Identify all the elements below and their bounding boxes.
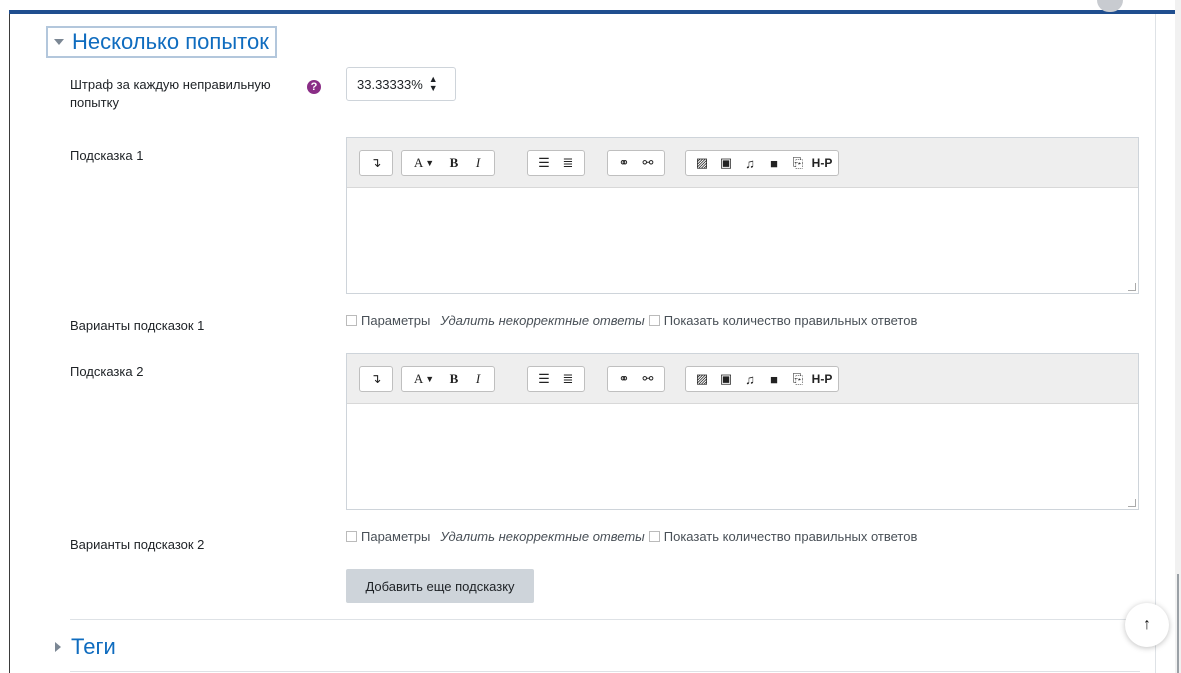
collapse-toggle-icon[interactable]: ↴ (364, 367, 388, 391)
manage-files-icon[interactable]: ⎘ (786, 367, 810, 391)
hint-1-options: Параметры Удалить некорректные ответы По… (346, 313, 917, 328)
penalty-value: 33.33333% (357, 76, 423, 92)
hint-2-options: Параметры Удалить некорректные ответы По… (346, 529, 917, 544)
hint-1-label: Подсказка 1 (70, 148, 144, 163)
toolbar-group-style: A ▼ B I (401, 150, 495, 176)
select-arrows-icon: ▲ ▼ (428, 74, 438, 93)
ordered-list-icon[interactable]: ≣ (556, 151, 580, 175)
remove-incorrect-label: Удалить некорректные ответы (440, 529, 645, 544)
toolbar-group-collapse: ↴ (359, 366, 393, 392)
collapse-toggle-icon[interactable]: ↴ (364, 151, 388, 175)
record-audio-icon[interactable]: ♫ (738, 151, 762, 175)
resize-handle-icon[interactable] (1128, 499, 1136, 507)
ordered-list-icon[interactable]: ≣ (556, 367, 580, 391)
editor-toolbar: ↴ A ▼ B I ☰ ≣ ⚭ ⚯ ▨ ▣ ♫ ■ ⎘ H-P (347, 354, 1138, 404)
toolbar-group-media: ▨ ▣ ♫ ■ ⎘ H-P (685, 150, 839, 176)
italic-icon[interactable]: I (466, 367, 490, 391)
image-icon[interactable]: ▨ (690, 367, 714, 391)
hint-2-options-label: Варианты подсказок 2 (70, 537, 205, 552)
section-title: Несколько попыток (72, 29, 269, 54)
unlink-icon[interactable]: ⚯ (636, 367, 660, 391)
toolbar-group-lists: ☰ ≣ (527, 366, 585, 392)
show-count-label: Показать количество правильных ответов (663, 313, 918, 328)
params-checkbox[interactable] (346, 315, 357, 326)
add-hint-button[interactable]: Добавить еще подсказку (346, 569, 534, 603)
toolbar-group-links: ⚭ ⚯ (607, 366, 665, 392)
params-label: Параметры (361, 313, 431, 328)
arrow-up-icon: ↑ (1143, 616, 1151, 633)
scrollbar-track[interactable] (1175, 0, 1181, 673)
caret-down-icon (54, 39, 64, 45)
hint-2-label: Подсказка 2 (70, 364, 144, 379)
params-checkbox[interactable] (346, 531, 357, 542)
media-icon[interactable]: ▣ (714, 151, 738, 175)
editor-toolbar: ↴ A ▼ B I ☰ ≣ ⚭ ⚯ ▨ ▣ ♫ ■ ⎘ H-P (347, 138, 1138, 188)
record-video-icon[interactable]: ■ (762, 151, 786, 175)
h5p-icon[interactable]: H-P (810, 367, 834, 391)
section-divider (70, 619, 1140, 620)
record-audio-icon[interactable]: ♫ (738, 367, 762, 391)
bold-icon[interactable]: B (442, 367, 466, 391)
show-count-checkbox[interactable] (648, 531, 660, 542)
page-left-border (9, 14, 10, 673)
show-count-checkbox[interactable] (648, 315, 660, 326)
image-icon[interactable]: ▨ (690, 151, 714, 175)
caret-right-icon (55, 642, 61, 652)
toolbar-group-media: ▨ ▣ ♫ ■ ⎘ H-P (685, 366, 839, 392)
show-count-label: Показать количество правильных ответов (663, 529, 918, 544)
italic-icon[interactable]: I (466, 151, 490, 175)
section-header-tags[interactable]: Теги (55, 634, 116, 660)
unordered-list-icon[interactable]: ☰ (532, 367, 556, 391)
hint-1-options-label: Варианты подсказок 1 (70, 318, 205, 333)
toolbar-group-lists: ☰ ≣ (527, 150, 585, 176)
resize-handle-icon[interactable] (1128, 283, 1136, 291)
record-video-icon[interactable]: ■ (762, 367, 786, 391)
link-icon[interactable]: ⚭ (612, 367, 636, 391)
header-accent-line (9, 10, 1175, 14)
hint-2-editor[interactable]: ↴ A ▼ B I ☰ ≣ ⚭ ⚯ ▨ ▣ ♫ ■ ⎘ H-P (346, 353, 1139, 510)
hint-2-textarea[interactable] (347, 405, 1138, 509)
back-to-top-button[interactable]: ↑ (1125, 603, 1169, 647)
font-color-icon[interactable]: A ▼ (406, 151, 442, 175)
question-circle-icon[interactable]: ? (307, 80, 321, 94)
tags-title: Теги (71, 634, 116, 659)
section-header-multiple-tries[interactable]: Несколько попыток (46, 26, 277, 58)
toolbar-group-style: A ▼ B I (401, 366, 495, 392)
top-bar (0, 0, 1181, 16)
unlink-icon[interactable]: ⚯ (636, 151, 660, 175)
section-divider-bottom (70, 671, 1140, 672)
scrollbar-thumb[interactable] (1177, 574, 1179, 673)
manage-files-icon[interactable]: ⎘ (786, 151, 810, 175)
bold-icon[interactable]: B (442, 151, 466, 175)
link-icon[interactable]: ⚭ (612, 151, 636, 175)
media-icon[interactable]: ▣ (714, 367, 738, 391)
remove-incorrect-label: Удалить некорректные ответы (440, 313, 645, 328)
penalty-select[interactable]: 33.33333% ▲ ▼ (346, 67, 456, 101)
content-right-border (1155, 14, 1156, 673)
h5p-icon[interactable]: H-P (810, 151, 834, 175)
hint-1-textarea[interactable] (347, 189, 1138, 293)
toolbar-group-collapse: ↴ (359, 150, 393, 176)
unordered-list-icon[interactable]: ☰ (532, 151, 556, 175)
toolbar-group-links: ⚭ ⚯ (607, 150, 665, 176)
hint-1-editor[interactable]: ↴ A ▼ B I ☰ ≣ ⚭ ⚯ ▨ ▣ ♫ ■ ⎘ H-P (346, 137, 1139, 294)
penalty-label: Штраф за каждую неправильную попытку (70, 77, 271, 110)
params-label: Параметры (361, 529, 431, 544)
font-color-icon[interactable]: A ▼ (406, 367, 442, 391)
